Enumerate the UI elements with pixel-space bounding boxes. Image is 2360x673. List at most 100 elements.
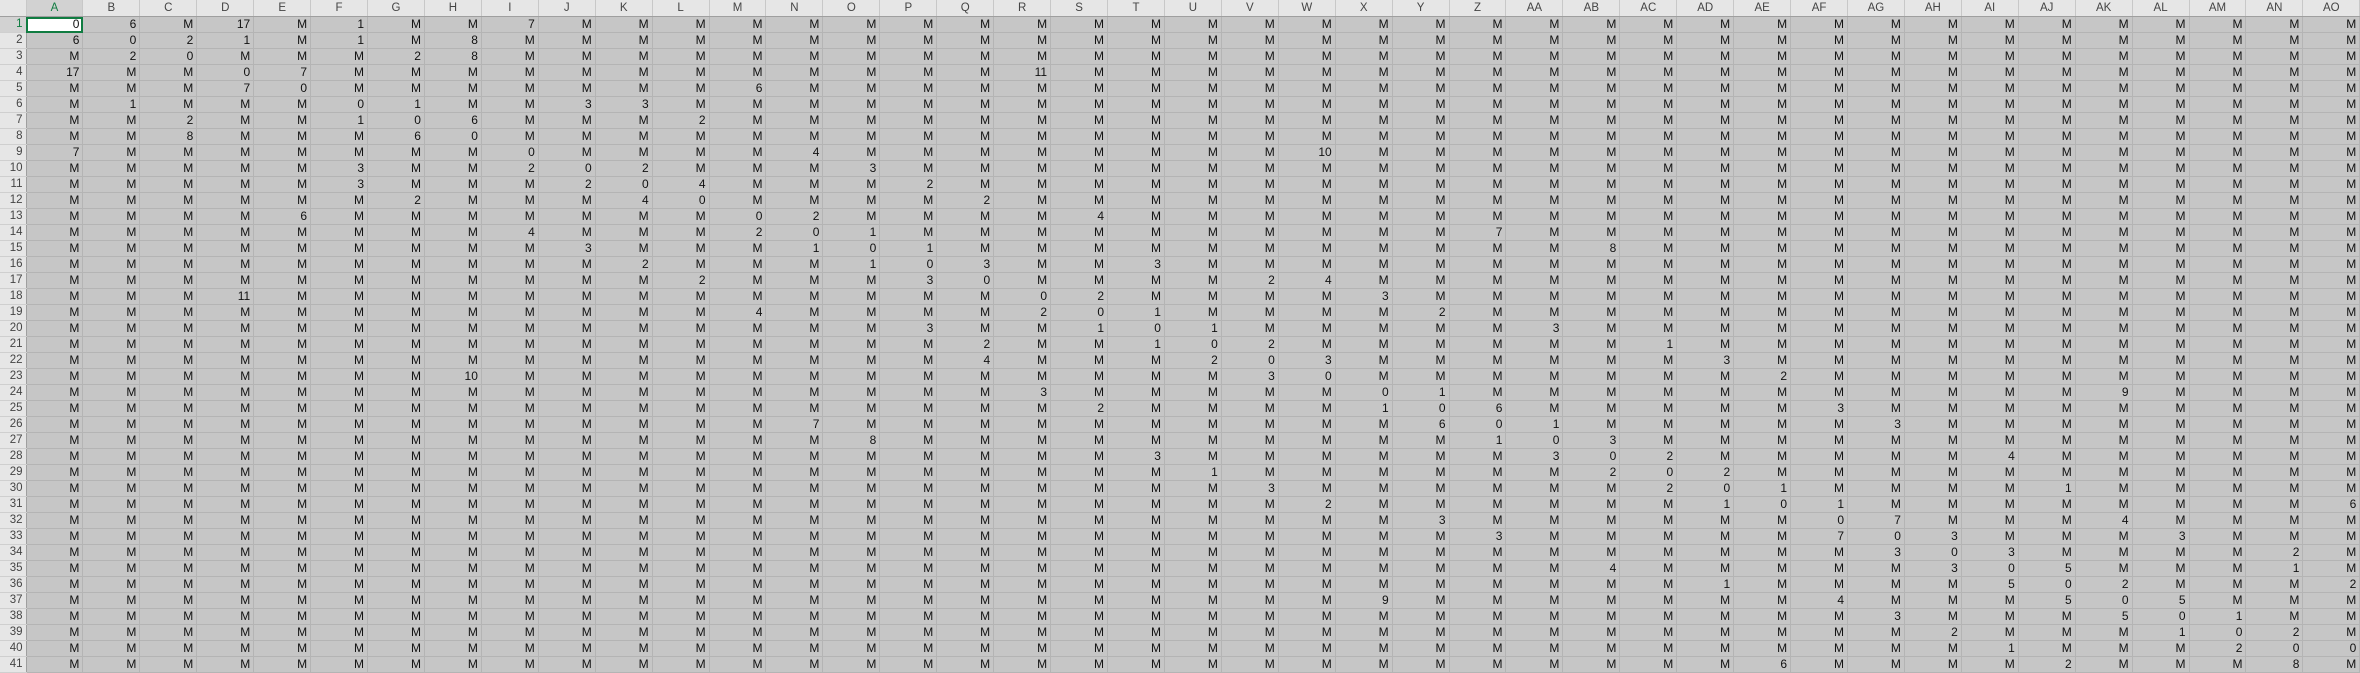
cell-f22[interactable]: M [310, 352, 369, 369]
cell-an19[interactable]: M [2245, 304, 2304, 321]
cell-ab5[interactable]: M [1562, 80, 1621, 97]
cell-j10[interactable]: 0 [538, 160, 596, 177]
cell-ac35[interactable]: M [1619, 560, 1678, 577]
cell-y13[interactable]: M [1392, 208, 1450, 225]
cell-n41[interactable]: M [765, 656, 824, 673]
cell-a34[interactable]: M [26, 544, 84, 561]
cell-ak37[interactable]: 0 [2075, 592, 2133, 609]
cell-t21[interactable]: 1 [1107, 336, 1165, 353]
cell-b10[interactable]: M [82, 160, 141, 177]
cell-s17[interactable]: M [1050, 272, 1109, 289]
cell-s22[interactable]: M [1050, 352, 1109, 369]
cell-o40[interactable]: M [822, 640, 881, 657]
cell-o31[interactable]: M [822, 496, 881, 513]
cell-r28[interactable]: M [993, 448, 1052, 465]
cell-ai39[interactable]: M [1961, 624, 2019, 641]
cell-i19[interactable]: M [481, 304, 539, 321]
cell-y33[interactable]: M [1392, 528, 1450, 545]
cell-w31[interactable]: 2 [1278, 496, 1336, 513]
cell-af31[interactable]: 1 [1790, 496, 1848, 513]
cell-t12[interactable]: M [1107, 192, 1165, 209]
cell-d25[interactable]: M [196, 400, 255, 417]
cell-an2[interactable]: M [2245, 32, 2304, 49]
cell-ab20[interactable]: M [1562, 320, 1621, 337]
cell-ae11[interactable]: M [1733, 176, 1792, 193]
cell-o27[interactable]: 8 [822, 432, 881, 449]
cell-o35[interactable]: M [822, 560, 881, 577]
cell-v3[interactable]: M [1221, 48, 1279, 65]
cell-ao21[interactable]: M [2302, 336, 2360, 353]
cell-l18[interactable]: M [652, 288, 710, 305]
cell-ad9[interactable]: M [1676, 144, 1735, 161]
cell-m2[interactable]: M [709, 32, 767, 49]
cell-q11[interactable]: M [936, 176, 995, 193]
cell-h30[interactable]: M [424, 480, 482, 497]
cell-q31[interactable]: M [936, 496, 995, 513]
cell-f40[interactable]: M [310, 640, 369, 657]
column-header-o[interactable]: O [822, 0, 881, 17]
cell-w10[interactable]: M [1278, 160, 1336, 177]
cell-aj11[interactable]: M [2018, 176, 2076, 193]
cell-n9[interactable]: 4 [765, 144, 824, 161]
cell-ac24[interactable]: M [1619, 384, 1678, 401]
cell-v40[interactable]: M [1221, 640, 1279, 657]
cell-j4[interactable]: M [538, 64, 596, 81]
cell-am40[interactable]: 2 [2189, 640, 2247, 657]
cell-j6[interactable]: 3 [538, 96, 596, 113]
cell-l4[interactable]: M [652, 64, 710, 81]
row-header-3[interactable]: 3 [0, 48, 27, 65]
cell-d13[interactable]: M [196, 208, 255, 225]
cell-c40[interactable]: M [139, 640, 198, 657]
cell-n17[interactable]: M [765, 272, 824, 289]
cell-d35[interactable]: M [196, 560, 255, 577]
cell-m12[interactable]: M [709, 192, 767, 209]
cell-e17[interactable]: M [253, 272, 312, 289]
cell-s20[interactable]: 1 [1050, 320, 1109, 337]
cell-y37[interactable]: M [1392, 592, 1450, 609]
cell-aa38[interactable]: M [1505, 608, 1564, 625]
cell-m3[interactable]: M [709, 48, 767, 65]
cell-t23[interactable]: M [1107, 368, 1165, 385]
cell-t7[interactable]: M [1107, 112, 1165, 129]
cell-ab17[interactable]: M [1562, 272, 1621, 289]
cell-aj21[interactable]: M [2018, 336, 2076, 353]
cell-f25[interactable]: M [310, 400, 369, 417]
cell-aa1[interactable]: M [1505, 16, 1564, 33]
cell-r17[interactable]: M [993, 272, 1052, 289]
cell-d15[interactable]: M [196, 240, 255, 257]
cell-r22[interactable]: M [993, 352, 1052, 369]
cell-aj26[interactable]: M [2018, 416, 2076, 433]
cell-g6[interactable]: 1 [367, 96, 425, 113]
cell-ag17[interactable]: M [1847, 272, 1905, 289]
cell-m15[interactable]: M [709, 240, 767, 257]
cell-ah25[interactable]: M [1904, 400, 1962, 417]
cell-ak2[interactable]: M [2075, 32, 2133, 49]
cell-ac16[interactable]: M [1619, 256, 1678, 273]
cell-p41[interactable]: M [879, 656, 938, 673]
cell-aa17[interactable]: M [1505, 272, 1564, 289]
cell-a30[interactable]: M [26, 480, 84, 497]
cell-ag12[interactable]: M [1847, 192, 1905, 209]
cell-al13[interactable]: M [2132, 208, 2190, 225]
cell-w34[interactable]: M [1278, 544, 1336, 561]
cell-z11[interactable]: M [1449, 176, 1507, 193]
cell-y22[interactable]: M [1392, 352, 1450, 369]
cell-g30[interactable]: M [367, 480, 425, 497]
cell-e40[interactable]: M [253, 640, 312, 657]
cell-ad21[interactable]: M [1676, 336, 1735, 353]
cell-f2[interactable]: 1 [310, 32, 369, 49]
cell-ae26[interactable]: M [1733, 416, 1792, 433]
cell-ao17[interactable]: M [2302, 272, 2360, 289]
cell-x6[interactable]: M [1335, 96, 1393, 113]
cell-l31[interactable]: M [652, 496, 710, 513]
cell-an32[interactable]: M [2245, 512, 2304, 529]
cell-v23[interactable]: 3 [1221, 368, 1279, 385]
cell-aa26[interactable]: 1 [1505, 416, 1564, 433]
cell-u4[interactable]: M [1164, 64, 1222, 81]
cell-ah9[interactable]: M [1904, 144, 1962, 161]
cell-f6[interactable]: 0 [310, 96, 369, 113]
cell-c20[interactable]: M [139, 320, 198, 337]
cell-t16[interactable]: 3 [1107, 256, 1165, 273]
cell-aa25[interactable]: M [1505, 400, 1564, 417]
cell-f37[interactable]: M [310, 592, 369, 609]
